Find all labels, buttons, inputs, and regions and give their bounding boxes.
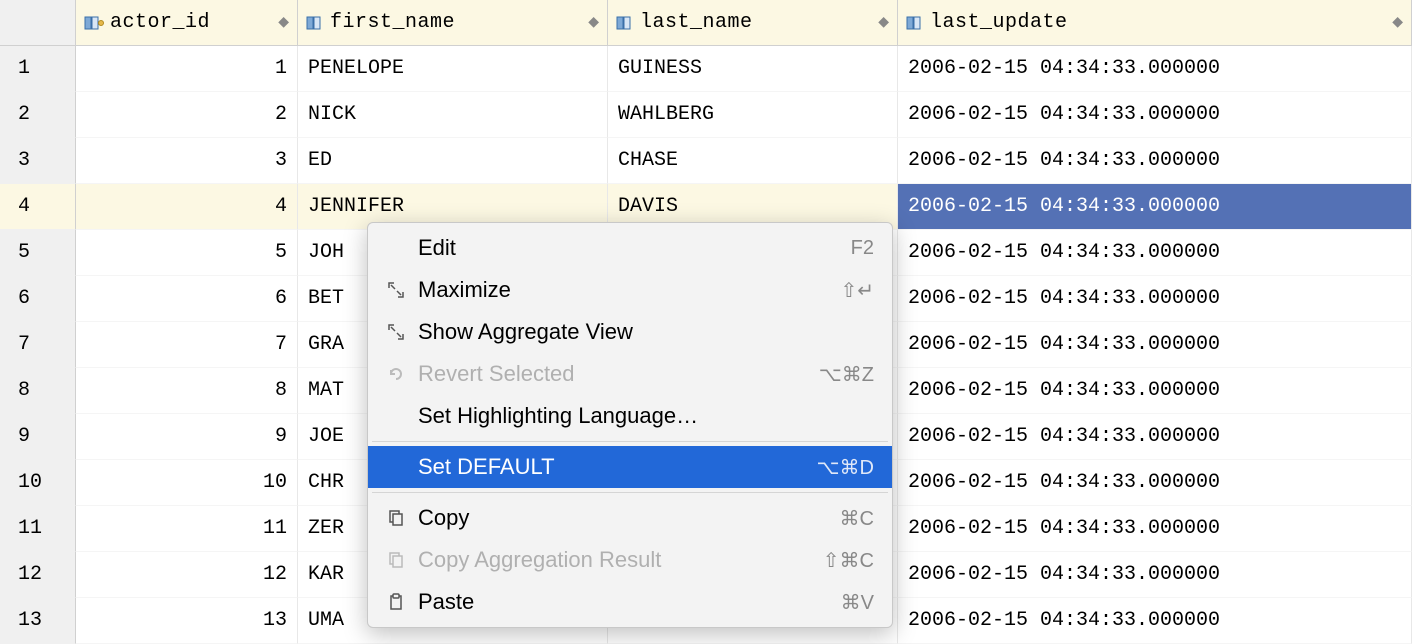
cell-last-update[interactable]: 2006-02-15 04:34:33.000000 <box>898 184 1412 230</box>
copy-icon <box>380 551 412 569</box>
pk-column-icon <box>84 14 104 32</box>
undo-icon <box>380 365 412 383</box>
row-number[interactable]: 9 <box>0 414 76 460</box>
cell-actor-id[interactable]: 7 <box>76 322 298 368</box>
menu-item-label: Copy Aggregation Result <box>412 547 823 573</box>
menu-item-label: Set Highlighting Language… <box>412 403 874 429</box>
cell-actor-id[interactable]: 8 <box>76 368 298 414</box>
column-icon <box>906 14 924 32</box>
menu-item-edit[interactable]: EditF2 <box>368 227 892 269</box>
paste-icon <box>380 593 412 611</box>
cell-last-name[interactable]: CHASE <box>608 138 898 184</box>
cell-last-update[interactable]: 2006-02-15 04:34:33.000000 <box>898 92 1412 138</box>
cell-first-name[interactable]: ED <box>298 138 608 184</box>
menu-item-copy-aggregation-result: Copy Aggregation Result⇧⌘C <box>368 539 892 581</box>
column-header-actor-id[interactable]: actor_id ◆ <box>76 0 298 46</box>
menu-item-set-highlighting-language[interactable]: Set Highlighting Language… <box>368 395 892 437</box>
column-label: actor_id <box>110 11 210 34</box>
cell-actor-id[interactable]: 9 <box>76 414 298 460</box>
menu-item-label: Edit <box>412 235 851 261</box>
row-number[interactable]: 13 <box>0 598 76 644</box>
row-number[interactable]: 6 <box>0 276 76 322</box>
column-header-first-name[interactable]: first_name ◆ <box>298 0 608 46</box>
menu-item-shortcut: ⇧⌘C <box>823 548 874 573</box>
cell-actor-id[interactable]: 5 <box>76 230 298 276</box>
cell-first-name[interactable]: PENELOPE <box>298 46 608 92</box>
menu-item-label: Set DEFAULT <box>412 454 817 480</box>
cell-last-update[interactable]: 2006-02-15 04:34:33.000000 <box>898 368 1412 414</box>
menu-item-revert-selected: Revert Selected⌥⌘Z <box>368 353 892 395</box>
menu-item-shortcut: ⌥⌘Z <box>819 362 874 387</box>
menu-item-show-aggregate-view[interactable]: Show Aggregate View <box>368 311 892 353</box>
menu-item-maximize[interactable]: Maximize⇧↵ <box>368 269 892 311</box>
cell-actor-id[interactable]: 13 <box>76 598 298 644</box>
menu-item-shortcut: ⌘V <box>841 590 874 615</box>
cell-actor-id[interactable]: 2 <box>76 92 298 138</box>
cell-actor-id[interactable]: 11 <box>76 506 298 552</box>
menu-item-label: Revert Selected <box>412 361 819 387</box>
cell-actor-id[interactable]: 12 <box>76 552 298 598</box>
cell-last-update[interactable]: 2006-02-15 04:34:33.000000 <box>898 230 1412 276</box>
cell-actor-id[interactable]: 1 <box>76 46 298 92</box>
sort-icon[interactable]: ◆ <box>878 14 889 31</box>
column-icon <box>306 14 324 32</box>
column-header-last-name[interactable]: last_name ◆ <box>608 0 898 46</box>
column-label: last_update <box>930 11 1068 34</box>
sort-icon[interactable]: ◆ <box>588 14 599 31</box>
cell-actor-id[interactable]: 6 <box>76 276 298 322</box>
row-number[interactable]: 4 <box>0 184 76 230</box>
cell-actor-id[interactable]: 3 <box>76 138 298 184</box>
cell-last-name[interactable]: GUINESS <box>608 46 898 92</box>
cell-last-update[interactable]: 2006-02-15 04:34:33.000000 <box>898 506 1412 552</box>
column-icon <box>616 14 634 32</box>
sort-icon[interactable]: ◆ <box>278 14 289 31</box>
expand-icon <box>380 281 412 299</box>
cell-last-update[interactable]: 2006-02-15 04:34:33.000000 <box>898 322 1412 368</box>
menu-item-shortcut: F2 <box>851 237 874 260</box>
menu-item-paste[interactable]: Paste⌘V <box>368 581 892 623</box>
copy-icon <box>380 509 412 527</box>
row-number[interactable]: 2 <box>0 92 76 138</box>
cell-actor-id[interactable]: 10 <box>76 460 298 506</box>
cell-actor-id[interactable]: 4 <box>76 184 298 230</box>
expand-icon <box>380 323 412 341</box>
row-number[interactable]: 1 <box>0 46 76 92</box>
sort-icon[interactable]: ◆ <box>1392 14 1403 31</box>
menu-item-shortcut: ⌥⌘D <box>817 455 875 480</box>
cell-last-update[interactable]: 2006-02-15 04:34:33.000000 <box>898 598 1412 644</box>
column-label: first_name <box>330 11 455 34</box>
menu-item-label: Paste <box>412 589 841 615</box>
menu-separator <box>372 492 888 493</box>
menu-item-label: Copy <box>412 505 840 531</box>
cell-last-name[interactable]: WAHLBERG <box>608 92 898 138</box>
menu-item-shortcut: ⌘C <box>840 506 874 531</box>
menu-item-copy[interactable]: Copy⌘C <box>368 497 892 539</box>
column-label: last_name <box>640 11 753 34</box>
row-number[interactable]: 5 <box>0 230 76 276</box>
context-menu: EditF2Maximize⇧↵Show Aggregate ViewRever… <box>367 222 893 628</box>
cell-last-update[interactable]: 2006-02-15 04:34:33.000000 <box>898 552 1412 598</box>
cell-last-update[interactable]: 2006-02-15 04:34:33.000000 <box>898 46 1412 92</box>
row-number[interactable]: 10 <box>0 460 76 506</box>
cell-last-update[interactable]: 2006-02-15 04:34:33.000000 <box>898 414 1412 460</box>
table-corner <box>0 0 76 46</box>
column-header-last-update[interactable]: last_update ◆ <box>898 0 1412 46</box>
cell-last-update[interactable]: 2006-02-15 04:34:33.000000 <box>898 460 1412 506</box>
cell-first-name[interactable]: NICK <box>298 92 608 138</box>
menu-item-label: Maximize <box>412 277 840 303</box>
menu-item-label: Show Aggregate View <box>412 319 874 345</box>
menu-separator <box>372 441 888 442</box>
row-number[interactable]: 11 <box>0 506 76 552</box>
row-number[interactable]: 3 <box>0 138 76 184</box>
row-number[interactable]: 12 <box>0 552 76 598</box>
cell-last-update[interactable]: 2006-02-15 04:34:33.000000 <box>898 138 1412 184</box>
menu-item-set-default[interactable]: Set DEFAULT⌥⌘D <box>368 446 892 488</box>
cell-last-update[interactable]: 2006-02-15 04:34:33.000000 <box>898 276 1412 322</box>
menu-item-shortcut: ⇧↵ <box>840 278 874 303</box>
row-number[interactable]: 7 <box>0 322 76 368</box>
row-number[interactable]: 8 <box>0 368 76 414</box>
